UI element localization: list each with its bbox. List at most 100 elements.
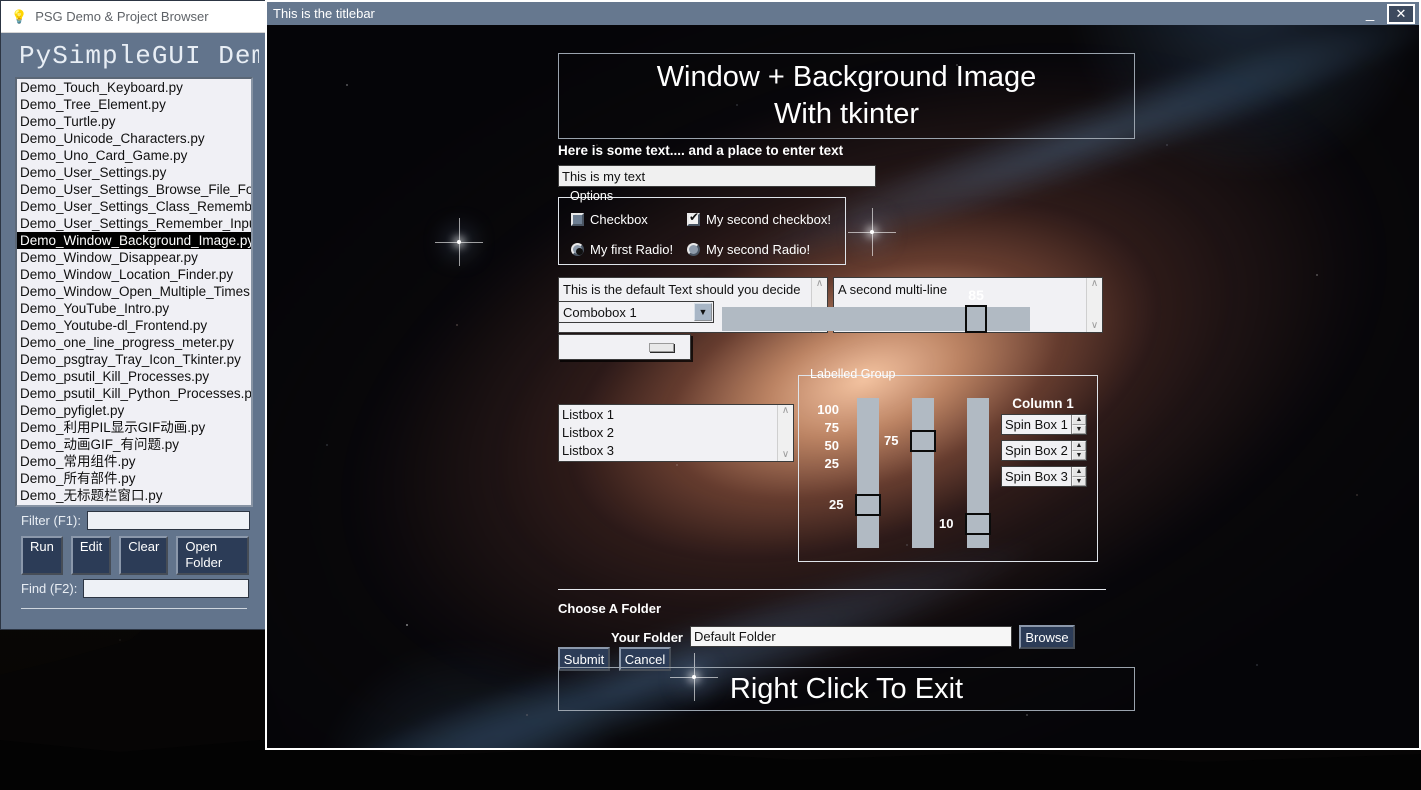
scroll-up-icon[interactable]: ∧ (782, 405, 789, 417)
file-list-item[interactable]: Demo_柱状图 (17, 504, 251, 505)
file-list-item[interactable]: Demo_Turtle.py (17, 113, 251, 130)
scroll-up-icon[interactable]: ∧ (816, 278, 823, 290)
scroll-down-icon[interactable]: ∨ (1091, 320, 1098, 332)
file-list-item[interactable]: Demo_User_Settings_Browse_File_Folde (17, 181, 251, 198)
file-list-item[interactable]: Demo_Window_Open_Multiple_Times.py (17, 283, 251, 300)
vertical-slider-2[interactable]: 75 (884, 398, 936, 548)
file-list-item[interactable]: Demo_Tree_Element.py (17, 96, 251, 113)
filter-input[interactable] (86, 511, 250, 530)
listbox-items[interactable]: Listbox 1 Listbox 2 Listbox 3 (559, 405, 777, 461)
scale-tick: 50 (824, 438, 839, 453)
browse-button[interactable]: Browse (1019, 625, 1075, 649)
listbox-scrollbar[interactable]: ∧ ∨ (777, 405, 793, 461)
vertical-slider-3[interactable]: 10 (939, 398, 991, 548)
banner-line-1: Window + Background Image (656, 61, 1037, 93)
listbox-item[interactable]: Listbox 3 (562, 442, 777, 460)
file-list-item[interactable]: Demo_Touch_Keyboard.py (17, 79, 251, 96)
spin-box-2-arrows[interactable]: ▲ ▼ (1071, 441, 1086, 460)
options-frame: Options Checkbox My second checkbox! My … (558, 189, 846, 265)
file-list-item[interactable]: Demo_Window_Background_Image.py (17, 232, 251, 249)
file-list-item[interactable]: Demo_利用PIL显示GIF动画.py (17, 419, 251, 436)
radio-1-button[interactable] (571, 243, 584, 256)
vslider-3-handle[interactable] (965, 513, 991, 536)
scroll-up-icon[interactable]: ∧ (1091, 278, 1098, 290)
file-list-item[interactable]: Demo_User_Settings.py (17, 164, 251, 181)
scroll-down-icon[interactable]: ∨ (782, 449, 789, 461)
horizontal-slider[interactable]: 85 (722, 287, 1030, 333)
browser-button-edit[interactable]: Edit (70, 536, 112, 575)
filter-label: Filter (F1): (21, 513, 81, 528)
find-input[interactable] (83, 579, 249, 598)
text-input[interactable] (558, 165, 876, 187)
main-titlebar[interactable]: This is the titlebar _ ✕ (267, 2, 1419, 25)
spin-box-2[interactable]: Spin Box 2 ▲ ▼ (1001, 440, 1087, 461)
file-list-item[interactable]: Demo_所有部件.py (17, 470, 251, 487)
vslider-2-value: 75 (884, 433, 899, 448)
file-list-item[interactable]: Demo_psgtray_Tray_Icon_Tkinter.py (17, 351, 251, 368)
vslider-1-trough[interactable] (857, 398, 879, 548)
file-list-item[interactable]: Demo_动画GIF_有问题.py (17, 436, 251, 453)
find-row: Find (F2): (9, 575, 259, 598)
folder-input[interactable] (690, 626, 1012, 647)
file-list-item[interactable]: Demo_User_Settings_Class_Remember_ (17, 198, 251, 215)
browser-titlebar[interactable]: 💡 PSG Demo & Project Browser (1, 1, 267, 33)
vslider-2-trough[interactable] (912, 398, 934, 548)
listbox-item[interactable]: Listbox 2 (562, 424, 777, 442)
radio-2[interactable]: My second Radio! (687, 242, 810, 257)
file-list-item[interactable]: Demo_pyfiglet.py (17, 402, 251, 419)
file-list-item[interactable]: Demo_psutil_Kill_Processes.py (17, 368, 251, 385)
spin-box-1-arrows[interactable]: ▲ ▼ (1071, 415, 1086, 434)
multiline-2-scrollbar[interactable]: ∧ ∨ (1086, 278, 1102, 332)
chevron-up-icon[interactable]: ▲ (1072, 467, 1086, 477)
browser-button-row: Run Edit Clear Open Folder (9, 530, 259, 575)
minimize-button[interactable]: _ (1353, 2, 1387, 25)
file-list-item[interactable]: Demo_one_line_progress_meter.py (17, 334, 251, 351)
file-list-item[interactable]: Demo_User_Settings_Remember_Input_ (17, 215, 251, 232)
spin-box-3-arrows[interactable]: ▲ ▼ (1071, 467, 1086, 486)
radio-1[interactable]: My first Radio! (571, 242, 673, 257)
chevron-down-icon[interactable]: ▼ (1072, 476, 1086, 486)
chevron-down-icon[interactable]: ▼ (694, 303, 712, 321)
vslider-1-handle[interactable] (855, 494, 881, 516)
chevron-up-icon[interactable]: ▲ (1072, 441, 1086, 451)
background-image-window[interactable]: This is the titlebar _ ✕ Window + Backgr… (265, 0, 1421, 750)
vertical-slider-1[interactable]: 25 (829, 398, 881, 548)
checkbox-1[interactable]: Checkbox (571, 212, 648, 227)
spin-box-3[interactable]: Spin Box 3 ▲ ▼ (1001, 466, 1087, 487)
file-list-item[interactable]: Demo_psutil_Kill_Python_Processes.py (17, 385, 251, 402)
browser-button-open-folder[interactable]: Open Folder (176, 536, 249, 575)
hslider-handle[interactable] (965, 305, 988, 333)
checkbox-2-box[interactable] (687, 211, 700, 226)
title-banner: Window + Background Image With tkinter (558, 53, 1135, 139)
chevron-down-icon[interactable]: ▼ (1072, 450, 1086, 460)
file-list-item[interactable]: Demo_Unicode_Characters.py (17, 130, 251, 147)
file-list-item[interactable]: Demo_常用组件.py (17, 453, 251, 470)
browser-button-run[interactable]: Run (21, 536, 63, 575)
listbox[interactable]: Listbox 1 Listbox 2 Listbox 3 ∧ ∨ (558, 404, 794, 462)
psg-demo-browser-window[interactable]: 💡 PSG Demo & Project Browser PySimpleGUI… (0, 0, 268, 630)
file-list-item[interactable]: Demo_Youtube-dl_Frontend.py (17, 317, 251, 334)
close-icon[interactable]: ✕ (1387, 3, 1415, 24)
vslider-2-handle[interactable] (910, 430, 936, 452)
checkbox-1-box[interactable] (571, 213, 584, 226)
listbox-scroll-thumb[interactable] (649, 343, 674, 352)
listbox-item[interactable]: Listbox 1 (562, 406, 777, 424)
demo-file-listbox[interactable]: Demo_Touch_Keyboard.py Demo_Tree_Element.… (15, 77, 253, 507)
file-list-item[interactable]: Demo_YouTube_Intro.py (17, 300, 251, 317)
browser-body: PySimpleGUI Demo P Demo_Touch_Keyboard.p… (1, 33, 267, 609)
file-list-item[interactable]: Demo_Uno_Card_Game.py (17, 147, 251, 164)
chevron-up-icon[interactable]: ▲ (1072, 415, 1086, 425)
chevron-down-icon[interactable]: ▼ (1072, 424, 1086, 434)
browser-button-clear[interactable]: Clear (119, 536, 169, 575)
empty-listbox[interactable] (558, 334, 691, 360)
file-list-item[interactable]: Demo_无标题栏窗口.py (17, 487, 251, 504)
spin-box-1[interactable]: Spin Box 1 ▲ ▼ (1001, 414, 1087, 435)
file-list-item[interactable]: Demo_Window_Location_Finder.py (17, 266, 251, 283)
combobox[interactable]: Combobox 1 ▼ (558, 301, 714, 323)
horizontal-rule (558, 589, 1106, 590)
exit-banner[interactable]: Right Click To Exit (558, 667, 1135, 711)
combobox-value: Combobox 1 (563, 304, 637, 320)
checkbox-2[interactable]: My second checkbox! (687, 211, 831, 227)
file-list-item[interactable]: Demo_Window_Disappear.py (17, 249, 251, 266)
radio-2-button[interactable] (687, 243, 700, 256)
